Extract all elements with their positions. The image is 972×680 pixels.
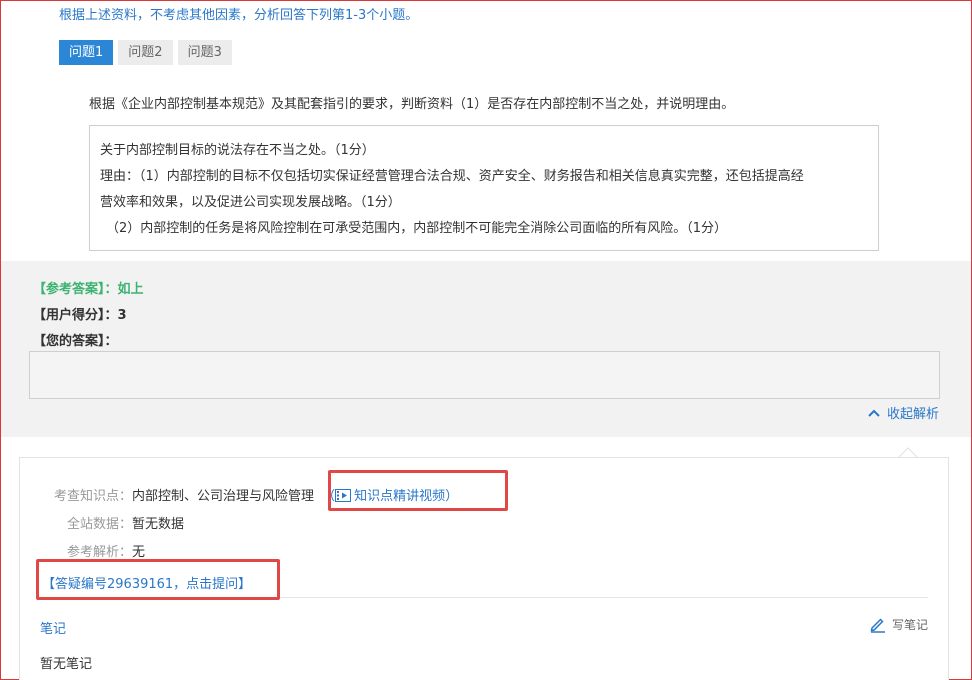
write-note-button[interactable]: 写笔记 bbox=[869, 615, 928, 633]
chevron-up-icon bbox=[868, 409, 880, 417]
answer-line: （2）内部控制的任务是将风险控制在可承受范围内，内部控制不可能完全消除公司面临的… bbox=[106, 221, 728, 236]
reference-answer-value: 如上 bbox=[117, 282, 144, 297]
knowledge-video-link[interactable]: （ 知识点精讲视频） bbox=[322, 489, 458, 504]
answer-line: 理由：（1）内部控制的目标不仅包括切实保证经营管理合法合规、资产安全、财务报告和… bbox=[100, 169, 804, 184]
film-icon bbox=[335, 489, 352, 502]
tab-question-3[interactable]: 问题3 bbox=[177, 40, 232, 65]
reference-analysis-row: 参考解析：无 bbox=[50, 541, 145, 560]
question-tabs: 问题1 问题2 问题3 bbox=[59, 40, 232, 65]
pencil-icon bbox=[870, 618, 885, 633]
collapse-analysis-button[interactable]: 收起解析 bbox=[867, 403, 939, 422]
question-intro: 根据上述资料，不考虑其他因素，分析回答下列第1-3个小题。 bbox=[59, 8, 419, 23]
ask-question-link[interactable]: 【答疑编号29639161，点击提问】 bbox=[42, 573, 251, 592]
knowledge-point-value: 内部控制、公司治理与风险管理 bbox=[132, 489, 315, 504]
your-answer-field bbox=[29, 351, 940, 399]
reference-answer-label: 【参考答案】： bbox=[33, 282, 118, 297]
paren-close: ） bbox=[445, 489, 459, 504]
user-score-label: 【用户得分】： bbox=[33, 308, 118, 323]
your-answer-label: 【您的答案】： bbox=[33, 334, 118, 349]
reference-answer: 【参考答案】：如上 bbox=[33, 278, 144, 297]
collapse-analysis-label: 收起解析 bbox=[886, 407, 939, 422]
reference-analysis-value: 无 bbox=[132, 545, 146, 560]
knowledge-video-label: 知识点精讲视频 bbox=[354, 489, 446, 504]
divider bbox=[40, 597, 928, 598]
user-score: 【用户得分】：3 bbox=[33, 304, 127, 323]
standard-answer-box: 关于内部控制目标的说法存在不当之处。（1分） 理由：（1）内部控制的目标不仅包括… bbox=[89, 125, 879, 251]
knowledge-point-label: 考查知识点： bbox=[53, 489, 132, 504]
paren-open: （ bbox=[322, 489, 336, 504]
answer-line: 关于内部控制目标的说法存在不当之处。（1分） bbox=[100, 143, 375, 158]
empty-notes-text: 暂无笔记 bbox=[40, 657, 93, 672]
site-data-label: 全站数据： bbox=[66, 517, 132, 532]
tab-question-1[interactable]: 问题1 bbox=[59, 40, 114, 65]
site-data-value: 暂无数据 bbox=[132, 517, 185, 532]
answer-line: 营效率和效果，以及促进公司实现发展战略。（1分） bbox=[100, 195, 401, 210]
question-text: 根据《企业内部控制基本规范》及其配套指引的要求，判断资料（1）是否存在内部控制不… bbox=[89, 97, 735, 112]
answer-result-section: 【参考答案】：如上 【用户得分】：3 【您的答案】： 收起解析 bbox=[1, 261, 971, 437]
user-score-value: 3 bbox=[117, 308, 127, 323]
site-data-row: 全站数据：暂无数据 bbox=[50, 513, 184, 532]
tab-question-2[interactable]: 问题2 bbox=[118, 40, 173, 65]
notes-tab[interactable]: 笔记 bbox=[40, 618, 66, 637]
knowledge-point-row: 考查知识点：内部控制、公司治理与风险管理 （ 知识点精讲视频） bbox=[50, 485, 458, 504]
analysis-card: 考查知识点：内部控制、公司治理与风险管理 （ 知识点精讲视频） 全站数据：暂无数据… bbox=[19, 457, 949, 680]
write-note-label: 写笔记 bbox=[891, 617, 928, 632]
reference-analysis-label: 参考解析： bbox=[66, 545, 132, 560]
